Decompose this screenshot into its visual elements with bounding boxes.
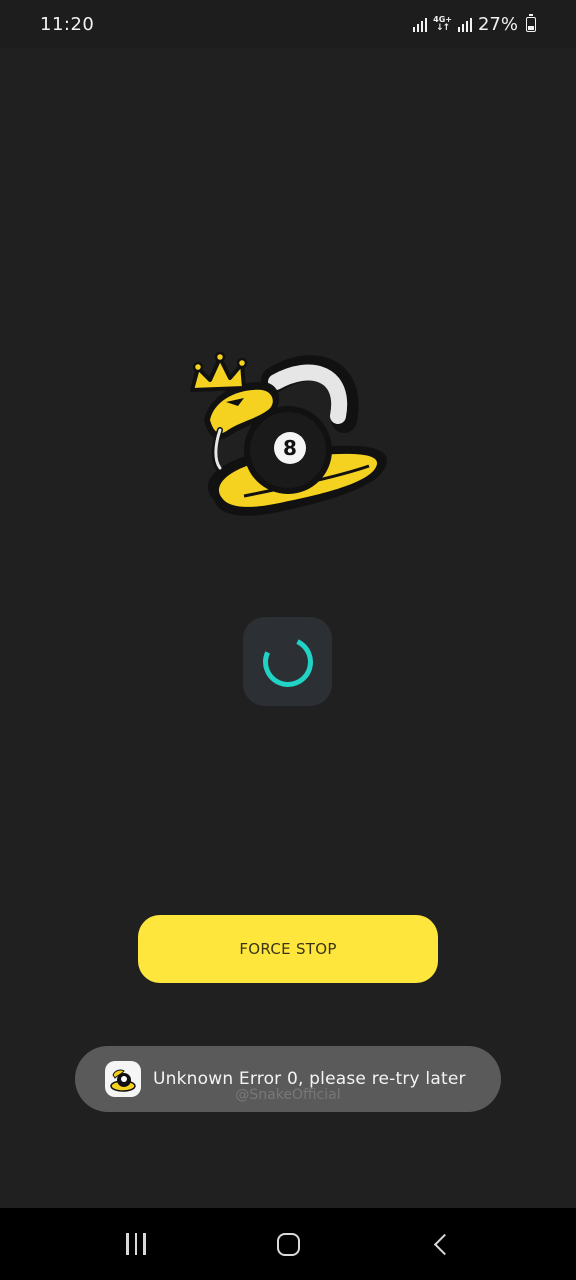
recents-icon: [126, 1233, 146, 1255]
ball-number: 8: [283, 436, 297, 460]
recents-button[interactable]: [106, 1214, 166, 1274]
toast-message: Unknown Error 0, please re-try later: [153, 1069, 466, 1089]
cell-signal-icon: [457, 16, 472, 32]
battery-icon: [526, 13, 536, 32]
status-indicators: 4G+ ↓↑ 27%: [413, 13, 536, 35]
home-button[interactable]: [258, 1214, 318, 1274]
app-screen: 11:20 4G+ ↓↑ 27% 8 FORCE STOP Unknown Er…: [0, 0, 576, 1280]
snake-8ball-crown-logo: 8: [190, 351, 388, 516]
loading-indicator: [243, 617, 332, 706]
force-stop-button[interactable]: FORCE STOP: [138, 915, 438, 983]
loading-spinner-icon: [255, 629, 320, 694]
system-nav-bar: [0, 1208, 576, 1280]
wifi-signal-icon: [413, 16, 428, 32]
status-bar: 11:20 4G+ ↓↑ 27%: [0, 0, 576, 48]
back-icon: [433, 1233, 455, 1255]
battery-percent: 27%: [477, 13, 518, 35]
status-time: 11:20: [40, 13, 95, 35]
network-type-icon: 4G+ ↓↑: [433, 15, 452, 33]
back-button[interactable]: [410, 1214, 470, 1274]
watermark: @SnakeOfficial: [235, 1087, 341, 1103]
home-icon: [276, 1232, 300, 1256]
